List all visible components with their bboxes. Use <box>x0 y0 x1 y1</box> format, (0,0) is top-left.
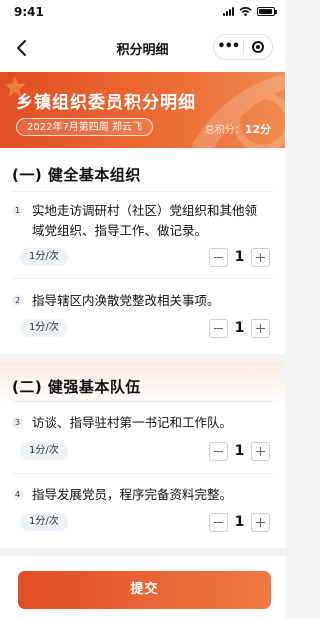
quantity-value[interactable]: 1 <box>228 320 251 336</box>
item-number: 1 <box>12 205 23 216</box>
close-target-button[interactable] <box>244 41 273 53</box>
quantity-stepper: 1 <box>209 247 270 267</box>
footer-bar: 提交 <box>0 556 285 619</box>
section-card: (二) 健强基本队伍 3 访谈、指导驻村第一书记和工作队。 1分/次 1 4 指… <box>0 362 285 548</box>
status-icons <box>223 6 277 16</box>
total-score-value: 12分 <box>244 123 271 136</box>
quantity-value[interactable]: 1 <box>228 443 251 459</box>
item-text: 指导发展党员，程序完备资料完整。 <box>32 487 233 502</box>
plus-button[interactable] <box>251 318 270 338</box>
points-tag: 1分/次 <box>20 319 68 337</box>
section-title: (一) 健全基本组织 <box>12 166 141 184</box>
item-number: 4 <box>12 489 23 500</box>
quantity-value[interactable]: 1 <box>228 514 251 530</box>
header-banner: 乡镇组织委员积分明细 2022年7月第四周 郑云飞 总积分：12分 <box>0 72 285 148</box>
quantity-stepper: 1 <box>209 318 270 338</box>
item-text: 实地走访调研村（社区）党组织和其他领域党组织、指导工作、做记录。 <box>32 203 258 238</box>
item-text: 访谈、指导驻村第一书记和工作队。 <box>32 415 233 430</box>
plus-button[interactable] <box>251 247 270 267</box>
section-title: (二) 健强基本队伍 <box>12 378 141 396</box>
nav-bar: 积分明细 ••• <box>0 24 285 72</box>
status-bar: 9:41 <box>0 0 285 24</box>
plus-button[interactable] <box>251 512 270 532</box>
item-number: 3 <box>12 417 23 428</box>
minus-button[interactable] <box>209 247 228 267</box>
battery-icon <box>257 6 277 16</box>
signal-icon <box>223 6 234 16</box>
target-icon <box>251 41 264 53</box>
item-text: 指导辖区内涣散党整改相关事项。 <box>32 293 220 308</box>
wifi-icon <box>239 7 252 16</box>
quantity-value[interactable]: 1 <box>228 249 251 265</box>
plus-button[interactable] <box>251 441 270 461</box>
mini-program-capsule: ••• <box>213 34 273 60</box>
divider <box>12 473 273 474</box>
status-time: 9:41 <box>14 5 44 19</box>
banner-title: 乡镇组织委员积分明细 <box>16 93 196 113</box>
week-user-badge: 2022年7月第四周 郑云飞 <box>16 118 153 136</box>
quantity-stepper: 1 <box>209 441 270 461</box>
section-card: (一) 健全基本组织 1 实地走访调研村（社区）党组织和其他领域党组织、指导工作… <box>0 148 285 354</box>
total-score: 总积分：12分 <box>205 121 271 137</box>
points-tag: 1分/次 <box>20 513 68 531</box>
total-score-label: 总积分： <box>204 125 245 136</box>
points-tag: 1分/次 <box>20 442 68 460</box>
minus-button[interactable] <box>209 441 228 461</box>
divider <box>12 191 273 192</box>
quantity-stepper: 1 <box>209 512 270 532</box>
divider <box>12 401 273 402</box>
item-number: 2 <box>12 295 23 306</box>
minus-button[interactable] <box>209 512 228 532</box>
minus-button[interactable] <box>209 318 228 338</box>
points-tag: 1分/次 <box>20 248 68 266</box>
divider <box>12 278 273 279</box>
more-dots-icon[interactable]: ••• <box>214 37 243 57</box>
submit-button[interactable]: 提交 <box>18 571 271 609</box>
